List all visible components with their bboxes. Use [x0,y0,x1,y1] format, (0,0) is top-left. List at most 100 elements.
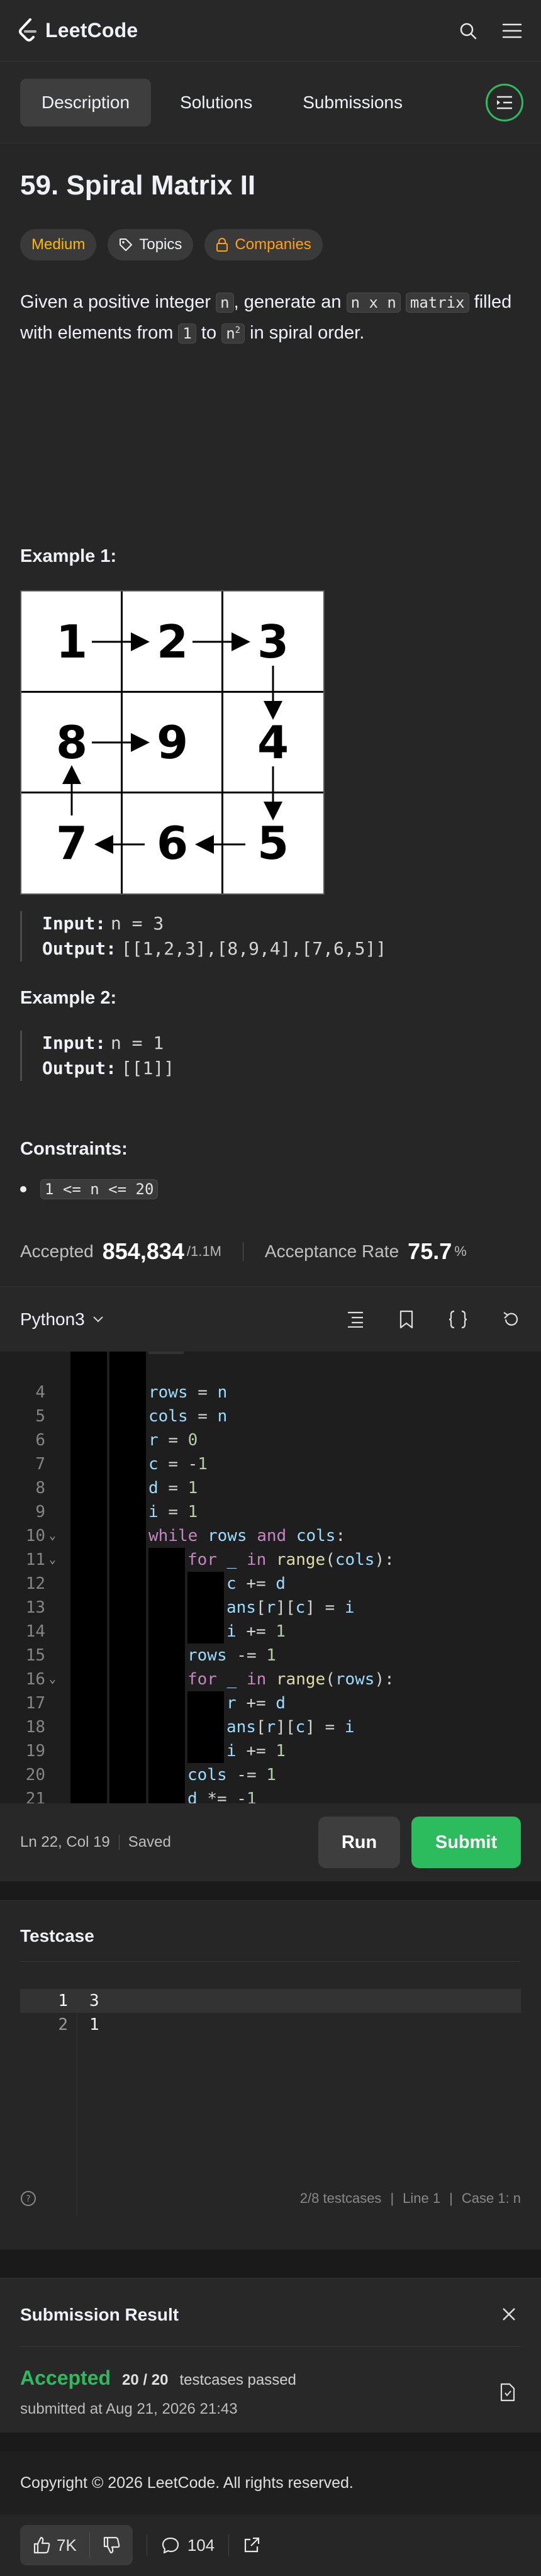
code-text: cols -= 1 [187,1766,276,1784]
code-text: d = 1 [148,1479,198,1498]
logo[interactable]: LeetCode [18,18,138,43]
problem-statement: Given a positive integer n, generate an … [20,288,521,347]
indent-guide [148,1644,185,1667]
fold-chevron-icon[interactable]: ⌄ [49,1524,56,1548]
run-button[interactable]: Run [318,1817,400,1868]
tag-icon [120,238,133,251]
example-1-io: Input: n = 3 Output: [[1,2,3],[8,9,4],[7… [20,911,386,961]
testcase-title: Testcase [20,1926,94,1946]
code-editor[interactable]: 4 rows = n 5 cols = n 6 r = 0 7 c = -1 8 d = 1 9 i … [0,1352,541,1803]
editor-footer: Ln 22, Col 19 Saved Run Submit [0,1803,541,1881]
example-1-image: 1 2 3 8 9 4 7 6 5 [20,590,325,895]
companies-label: Companies [235,236,311,253]
line-number: 17 [25,1694,45,1713]
indent-guide [148,1787,185,1803]
indent-guide [187,1691,224,1715]
line-number: 16 [25,1670,45,1689]
line-number: 5 [35,1407,45,1426]
document-icon[interactable] [499,2383,516,2402]
constraints-title: Constraints: [20,1139,128,1159]
indent-guide [187,1620,224,1644]
code-line: 7 c = -1 [0,1452,541,1476]
testcase-value: 1 [89,2015,99,2034]
spacer [0,2433,541,2451]
example-2-input: n = 1 [110,1033,164,1053]
code-line: 8 d = 1 [0,1476,541,1500]
line-number: 21 [25,1789,45,1803]
statement-text: Given a positive integer [20,292,216,312]
inline-code: 1 [178,323,196,344]
inline-code: matrix [405,293,469,313]
tab-solutions[interactable]: Solutions [159,79,274,126]
line-number: 10 [25,1526,45,1545]
code-line: 12 c += d [0,1572,541,1596]
close-icon[interactable] [501,2306,517,2322]
panel-toggle-button[interactable] [486,84,523,121]
scroll-shadow [148,1352,184,1354]
divider [20,2346,521,2347]
code-line: 18 ans[r][c] = i [0,1715,541,1739]
spacer [0,2249,541,2278]
comment-count: 104 [187,2535,215,2555]
code-line: 13 ans[r][c] = i [0,1596,541,1620]
fold-chevron-icon[interactable]: ⌄ [49,1667,56,1691]
rate-value: 75.7 [408,1238,452,1264]
comments-button[interactable]: 104 [161,2536,215,2555]
reset-icon[interactable] [502,1310,521,1329]
code-braces-icon[interactable] [448,1310,468,1329]
statement-text [401,292,406,312]
submission-result-panel: Submission Result Accepted 20 / 20 testc… [0,2278,541,2433]
code-text: for _ in range(cols): [187,1550,394,1569]
line-number: 1 [58,1991,68,2010]
tab-description[interactable]: Description [20,78,152,126]
divider [20,1961,521,1962]
indent-guide [148,1667,185,1691]
inline-code-base: n [226,325,235,342]
like-count: 7K [57,2535,77,2555]
code-line: 17 r += d [0,1691,541,1715]
submit-button[interactable]: Submit [411,1817,521,1868]
code-line: 16 ⌄ for _ in range(rows): [0,1667,541,1691]
line-number: 11 [25,1550,45,1569]
difficulty-label: Medium [31,236,86,253]
inline-code: n2 [221,323,245,344]
like-button[interactable]: 7K [20,2525,89,2565]
menu-button[interactable] [501,20,523,42]
help-circle-icon[interactable]: ? [20,2190,36,2207]
bookmark-icon[interactable] [399,1310,414,1329]
code-text: ans[r][c] = i [226,1598,355,1617]
spacer [0,1881,541,1900]
companies-badge[interactable]: Companies [204,229,323,260]
indent-guide [148,1572,185,1596]
testcase-footer: ? 2/8 testcases | Line 1 | Case 1: n [20,2190,521,2207]
panel-toggle-icon [497,96,512,109]
example-2-title: Example 2: [20,988,117,1008]
line-number: 2 [58,2015,68,2034]
code-text: c += d [226,1574,286,1593]
search-button[interactable] [457,20,479,42]
code-text: d *= -1 [187,1789,257,1803]
language-select[interactable]: Python3 [20,1309,104,1330]
external-link-icon [245,2537,260,2553]
testcase-editor[interactable]: 1 3 2 1 [20,1989,521,2215]
share-button[interactable] [243,2536,260,2554]
acceptance-stats: Accepted 854,834 /1.1M Acceptance Rate 7… [20,1238,467,1265]
line-number: 20 [25,1766,45,1784]
badge-row: Medium Topics Companies [20,229,521,260]
code-text: r = 0 [148,1431,198,1450]
inline-code-sup: 2 [235,325,241,335]
save-status: Saved [128,1834,171,1851]
indent-guide [148,1596,185,1620]
indent-guide [148,1620,185,1644]
tab-submissions[interactable]: Submissions [281,79,424,126]
code-text: r += d [226,1694,286,1713]
topics-badge[interactable]: Topics [108,229,194,260]
language-label: Python3 [20,1309,85,1329]
dislike-button[interactable] [90,2525,133,2565]
line-number: 15 [25,1646,45,1665]
fold-chevron-icon[interactable]: ⌄ [49,1548,56,1572]
indent-guide [187,1739,224,1763]
lock-icon [216,238,228,252]
indent-guide [148,1715,185,1739]
format-icon[interactable] [346,1310,365,1328]
